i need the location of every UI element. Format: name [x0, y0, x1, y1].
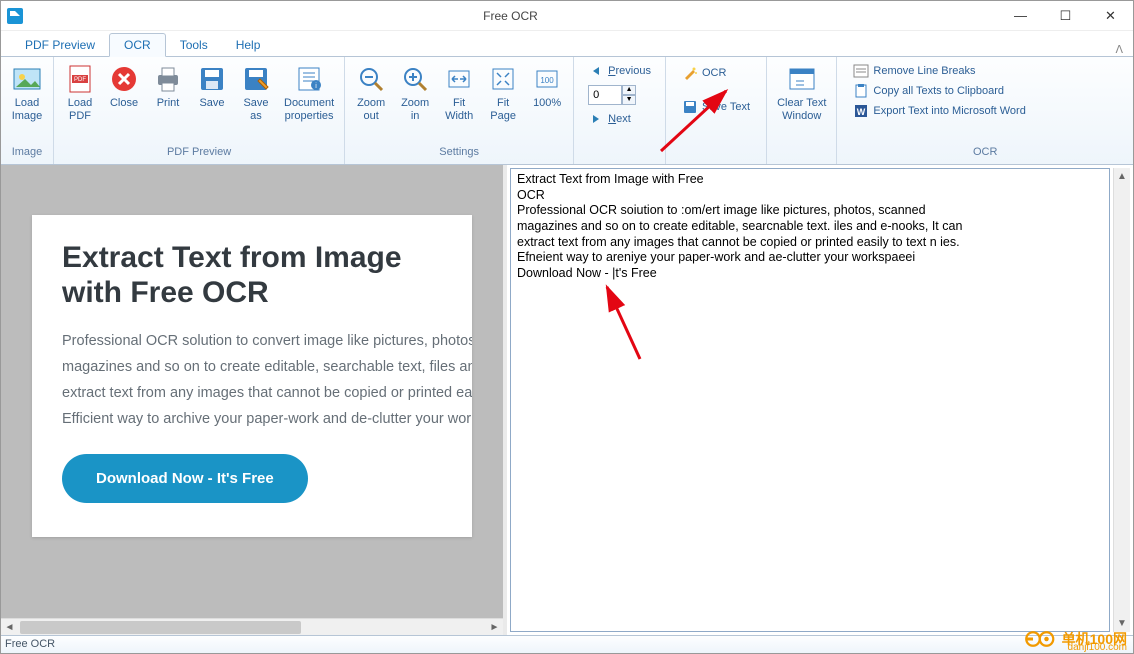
- next-icon: [588, 111, 604, 127]
- download-now-button[interactable]: Download Now - It's Free: [62, 454, 308, 503]
- page-input[interactable]: [588, 85, 622, 105]
- 100-percent-icon: 100: [531, 63, 563, 95]
- page-down-button[interactable]: ▼: [622, 95, 636, 105]
- close-icon: [108, 63, 140, 95]
- save-button[interactable]: Save: [190, 59, 234, 146]
- svg-text:W: W: [857, 107, 866, 117]
- text-output-pane: Extract Text from Image with FreeOCRProf…: [507, 165, 1133, 635]
- page-spinner[interactable]: ▲ ▼: [588, 85, 651, 105]
- ocr-text-editor[interactable]: Extract Text from Image with FreeOCRProf…: [510, 168, 1110, 632]
- clear-window-icon: [786, 63, 818, 95]
- vertical-scrollbar[interactable]: ▲ ▼: [1113, 168, 1130, 632]
- properties-icon: i: [293, 63, 325, 95]
- titlebar: Free OCR — ☐ ✕: [1, 1, 1133, 31]
- scroll-right-icon[interactable]: ►: [486, 619, 503, 635]
- watermark-logo-icon: [1024, 629, 1060, 649]
- group-text-ops: Remove Line Breaks Copy all Texts to Cli…: [837, 57, 1133, 164]
- load-image-button[interactable]: LoadImage: [5, 59, 49, 146]
- group-pdf-preview: PDF LoadPDF Close Print Save Saveas i: [54, 57, 345, 164]
- preview-page: Extract Text from Image with Free OCR Pr…: [32, 215, 472, 537]
- save-text-button[interactable]: Save Text: [676, 97, 756, 117]
- next-button[interactable]: Next: [582, 109, 657, 129]
- minimize-button[interactable]: —: [998, 1, 1043, 31]
- load-pdf-button[interactable]: PDF LoadPDF: [58, 59, 102, 146]
- menu-tabs: PDF Preview OCR Tools Help ᐱ: [1, 31, 1133, 57]
- scroll-left-icon[interactable]: ◄: [1, 619, 18, 635]
- print-button[interactable]: Print: [146, 59, 190, 146]
- group-image: LoadImage Image: [1, 57, 54, 164]
- group-pdf-preview-label: PDF Preview: [54, 146, 344, 164]
- group-ocr-actions: OCR Save Text: [666, 57, 767, 164]
- svg-text:PDF: PDF: [74, 77, 86, 83]
- group-text-ops-label: OCR: [837, 146, 1133, 164]
- word-icon: W: [853, 103, 869, 119]
- tab-help[interactable]: Help: [222, 34, 275, 56]
- window-title: Free OCR: [23, 9, 998, 23]
- save-icon: [196, 63, 228, 95]
- preview-heading: Extract Text from Image with Free OCR: [62, 241, 442, 310]
- image-icon: [11, 63, 43, 95]
- fit-width-button[interactable]: FitWidth: [437, 59, 481, 146]
- zoom-in-icon: [399, 63, 431, 95]
- close-button[interactable]: Close: [102, 59, 146, 146]
- status-text: Free OCR: [5, 638, 55, 650]
- group-clear: Clear TextWindow: [767, 57, 837, 164]
- preview-viewport[interactable]: Extract Text from Image with Free OCR Pr…: [1, 165, 503, 618]
- save-as-button[interactable]: Saveas: [234, 59, 278, 146]
- zoom-in-button[interactable]: Zoomin: [393, 59, 437, 146]
- scroll-up-icon[interactable]: ▲: [1114, 168, 1130, 185]
- tab-ocr[interactable]: OCR: [109, 33, 166, 57]
- content-area: Extract Text from Image with Free OCR Pr…: [1, 165, 1133, 635]
- copy-all-texts-button[interactable]: Copy all Texts to Clipboard: [847, 81, 1123, 101]
- preview-body: Professional OCR solution to convert ima…: [62, 328, 442, 432]
- pdf-preview-pane: Extract Text from Image with Free OCR Pr…: [1, 165, 507, 635]
- export-word-button[interactable]: W Export Text into Microsoft Word: [847, 101, 1123, 121]
- close-window-button[interactable]: ✕: [1088, 1, 1133, 31]
- save-text-icon: [682, 99, 698, 115]
- fit-width-icon: [443, 63, 475, 95]
- watermark: 单机100网 danji100.com: [1024, 629, 1127, 649]
- 100-percent-button[interactable]: 100 100%: [525, 59, 569, 146]
- ocr-button[interactable]: OCR: [676, 63, 756, 83]
- doc-properties-button[interactable]: i Documentproperties: [278, 59, 340, 146]
- group-nav: Previous ▲ ▼ Next: [574, 57, 666, 164]
- pdf-icon: PDF: [64, 63, 96, 95]
- print-icon: [152, 63, 184, 95]
- ribbon: LoadImage Image PDF LoadPDF Close Print …: [1, 57, 1133, 165]
- group-settings-label: Settings: [345, 146, 573, 164]
- statusbar: Free OCR: [1, 635, 1133, 653]
- horizontal-scrollbar[interactable]: ◄ ►: [1, 618, 503, 635]
- app-icon: [7, 8, 23, 24]
- group-settings: Zoomout Zoomin FitWidth FitPage 100 100%…: [345, 57, 574, 164]
- group-image-label: Image: [1, 146, 53, 164]
- page-up-button[interactable]: ▲: [622, 85, 636, 95]
- fit-page-icon: [487, 63, 519, 95]
- fit-page-button[interactable]: FitPage: [481, 59, 525, 146]
- clipboard-icon: [853, 83, 869, 99]
- remove-line-breaks-button[interactable]: Remove Line Breaks: [847, 61, 1123, 81]
- window-controls: — ☐ ✕: [998, 1, 1133, 31]
- maximize-button[interactable]: ☐: [1043, 1, 1088, 31]
- zoom-out-icon: [355, 63, 387, 95]
- tab-tools[interactable]: Tools: [166, 34, 222, 56]
- previous-icon: [588, 63, 604, 79]
- clear-text-window-button[interactable]: Clear TextWindow: [771, 59, 832, 146]
- svg-text:100: 100: [540, 76, 554, 85]
- previous-button[interactable]: Previous: [582, 61, 657, 81]
- remove-breaks-icon: [853, 63, 869, 79]
- hscroll-thumb[interactable]: [20, 621, 301, 634]
- zoom-out-button[interactable]: Zoomout: [349, 59, 393, 146]
- wand-icon: [682, 65, 698, 81]
- save-as-icon: [240, 63, 272, 95]
- tab-pdf-preview[interactable]: PDF Preview: [11, 34, 109, 56]
- watermark-url: danji100.com: [1068, 642, 1127, 653]
- collapse-ribbon-icon[interactable]: ᐱ: [1115, 43, 1123, 56]
